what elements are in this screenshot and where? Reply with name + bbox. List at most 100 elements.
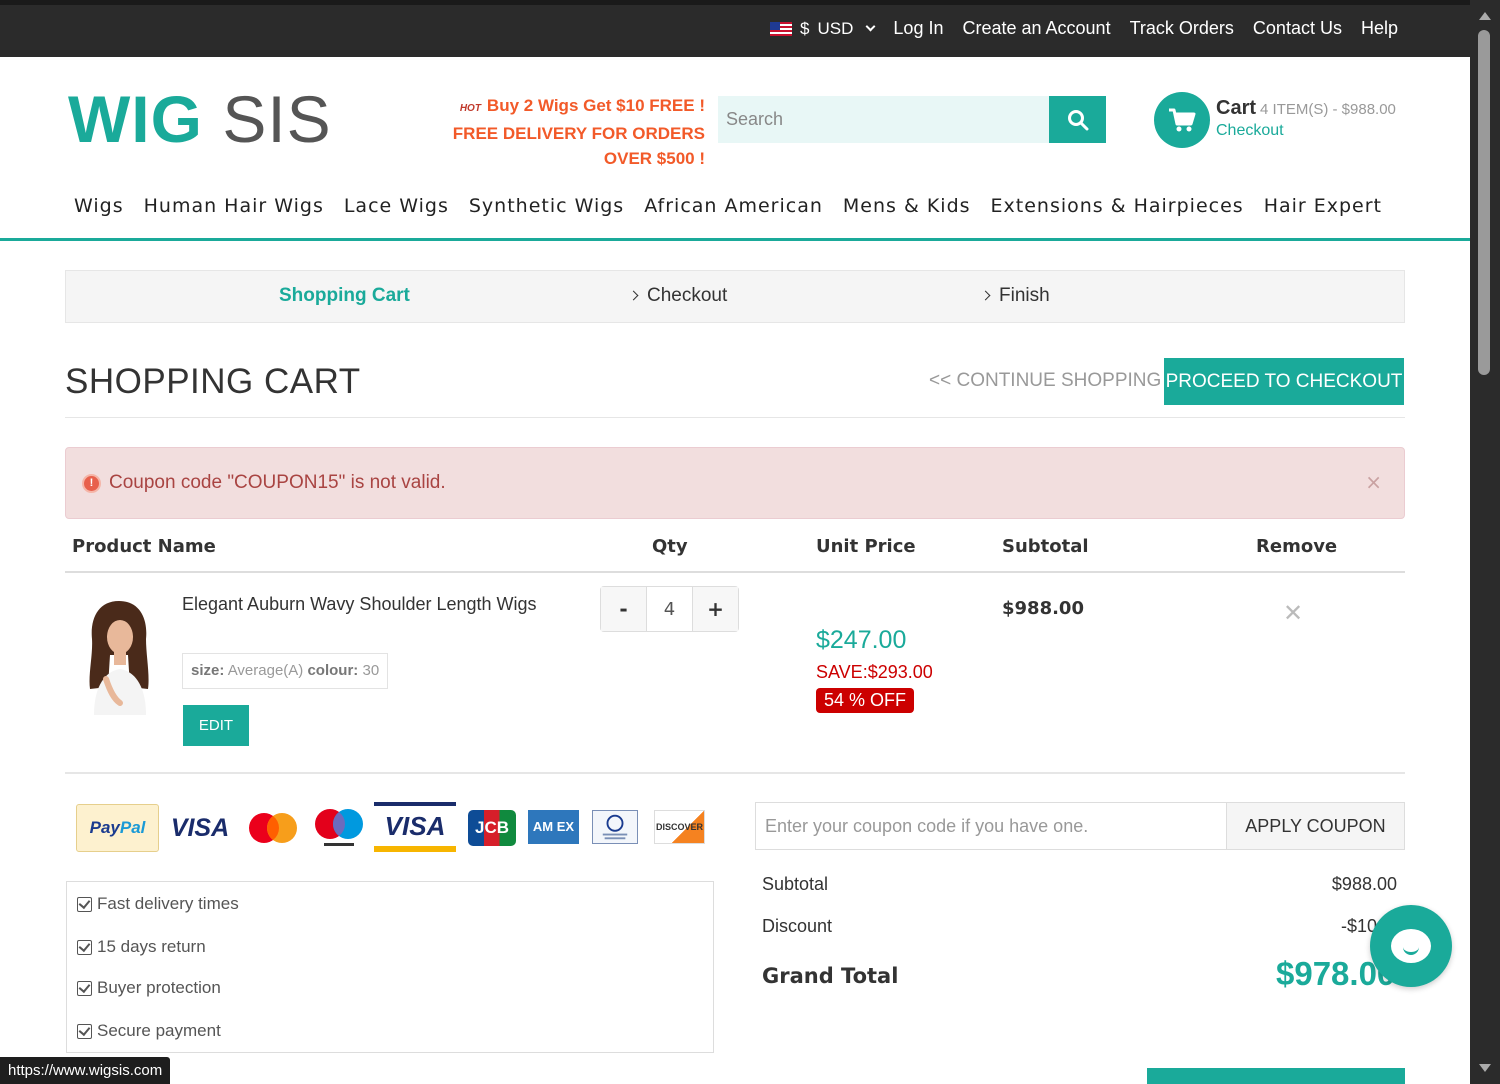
qty-increase-button[interactable]: + (693, 587, 738, 631)
promo-line-2: FREE DELIVERY FOR ORDERS (452, 124, 705, 143)
nav-item-synthetic-wigs[interactable]: Synthetic Wigs (459, 195, 634, 217)
product-attributes: size: Average(A) colour: 30 (182, 653, 389, 689)
qty-decrease-button[interactable]: - (601, 587, 646, 631)
remove-icon[interactable]: ✕ (1283, 599, 1303, 627)
continue-shopping-link[interactable]: << CONTINUE SHOPPING (929, 370, 1161, 392)
chat-bubble-icon (1391, 929, 1431, 963)
search-input[interactable] (718, 96, 1049, 143)
jcb-logo: JCB (468, 810, 516, 846)
nav-item-lace-wigs[interactable]: Lace Wigs (334, 195, 459, 217)
col-header-remove: Remove (1256, 536, 1338, 557)
nav-item-mens-kids[interactable]: Mens & Kids (833, 195, 981, 217)
guarantee-item: 15 days return (77, 937, 206, 957)
product-name-link[interactable]: Elegant Auburn Wavy Shoulder Length Wigs (182, 594, 542, 615)
col-header-product-name: Product Name (72, 536, 216, 557)
row-divider (65, 772, 1405, 774)
size-value: Average(A) (227, 662, 304, 679)
currency-code: USD (817, 18, 854, 38)
nav-item-african-american[interactable]: African American (634, 195, 833, 217)
maestro-logo (315, 809, 363, 846)
step-checkout-label: Checkout (647, 285, 728, 306)
nav-item-hair-expert[interactable]: Hair Expert (1254, 195, 1392, 217)
paypal-logo: Pay Pal (76, 804, 159, 852)
cart-summary[interactable]: Cart 4 ITEM(S) - $988.00 Checkout (1216, 97, 1396, 140)
col-header-subtotal: Subtotal (1002, 536, 1089, 557)
edit-button[interactable]: EDIT (183, 705, 249, 746)
close-icon[interactable]: × (1365, 470, 1382, 494)
table-header-divider (65, 571, 1405, 573)
chat-widget-button[interactable] (1370, 905, 1452, 987)
currency-symbol: $ (800, 18, 810, 38)
guarantee-item: Buyer protection (77, 978, 221, 998)
coupon-input[interactable] (756, 803, 1226, 849)
step-finish: Finish (980, 285, 1050, 307)
quantity-stepper: - 4 + (600, 586, 739, 632)
subtotal-value: $988.00 (1331, 874, 1397, 894)
chevron-right-icon (628, 290, 639, 301)
proceed-to-checkout-button-bottom[interactable] (1147, 1068, 1405, 1084)
subtotal-label: Subtotal (762, 874, 829, 894)
coupon-error-alert: ! Coupon code "COUPON15" is not valid. × (65, 447, 1405, 519)
checkbox-icon (77, 939, 92, 955)
paypal-text-a: Pay (89, 818, 120, 837)
promo-line-1: Buy 2 Wigs Get $10 FREE ! (486, 96, 705, 115)
error-icon: ! (82, 473, 101, 493)
contact-us-link[interactable]: Contact Us (1253, 18, 1342, 39)
col-header-qty: Qty (652, 536, 688, 557)
apply-coupon-button[interactable]: APPLY COUPON (1226, 803, 1404, 849)
main-nav: Wigs Human Hair Wigs Lace Wigs Synthetic… (64, 195, 1392, 217)
scroll-down-arrow-icon[interactable] (1479, 1064, 1491, 1072)
scroll-up-arrow-icon[interactable] (1479, 12, 1491, 20)
track-orders-link[interactable]: Track Orders (1130, 18, 1234, 39)
chevron-right-icon (980, 290, 991, 301)
us-flag-icon (770, 21, 793, 36)
chevron-down-icon (865, 21, 876, 32)
diners-club-logo (592, 810, 638, 844)
scrollbar-thumb[interactable] (1478, 30, 1490, 375)
discover-logo: DISCOVER (654, 810, 705, 844)
step-shopping-cart: Shopping Cart (279, 285, 410, 306)
amex-logo: AM EX (528, 810, 579, 844)
hot-badge-icon: HOT (459, 103, 481, 114)
site-logo[interactable]: WIG SIS (68, 84, 332, 154)
search-icon (1067, 109, 1088, 130)
visa-logo: VISA (170, 813, 230, 842)
unit-price: $247.00 (816, 626, 907, 654)
search-bar (718, 96, 1106, 143)
help-link[interactable]: Help (1361, 18, 1398, 39)
checkbox-icon (77, 896, 92, 912)
status-bar-url: https://www.wigsis.com (0, 1057, 171, 1084)
logo-sis: SIS (222, 82, 332, 156)
line-subtotal: $988.00 (1002, 598, 1084, 619)
visa-electron-logo: VISA (374, 802, 456, 852)
cart-item-count: 4 ITEM(S) - $988.00 (1260, 101, 1396, 118)
cart-label: Cart (1216, 97, 1257, 119)
discount-badge: 54 % OFF (816, 688, 915, 713)
coupon-form: APPLY COUPON (755, 802, 1405, 850)
divider (65, 417, 1405, 418)
step-finish-label: Finish (999, 285, 1050, 306)
currency-selector[interactable]: $ USD (770, 18, 876, 39)
guarantees-box: Fast delivery times 15 days return Buyer… (66, 881, 714, 1053)
save-amount: SAVE:$293.00 (816, 662, 933, 682)
nav-item-human-hair-wigs[interactable]: Human Hair Wigs (134, 195, 334, 217)
proceed-to-checkout-button[interactable]: PROCEED TO CHECKOUT (1164, 358, 1404, 405)
checkout-steps: Shopping Cart Checkout Finish (65, 270, 1405, 323)
scrollbar[interactable] (1470, 0, 1500, 1084)
search-button[interactable] (1049, 96, 1106, 143)
checkbox-icon (77, 980, 92, 996)
top-bar: $ USD Log In Create an Account Track Ord… (0, 0, 1470, 57)
header-checkout-link[interactable]: Checkout (1216, 122, 1396, 140)
create-account-link[interactable]: Create an Account (962, 18, 1110, 39)
nav-item-extensions[interactable]: Extensions & Hairpieces (981, 195, 1254, 217)
guarantee-label: Fast delivery times (97, 894, 239, 913)
size-label: size: (191, 662, 225, 679)
product-image[interactable] (80, 595, 158, 715)
login-link[interactable]: Log In (893, 18, 943, 39)
step-checkout: Checkout (628, 285, 728, 307)
qty-input[interactable]: 4 (646, 587, 693, 631)
colour-label: colour: (307, 662, 359, 679)
cart-button[interactable] (1154, 92, 1210, 148)
cart-icon (1169, 108, 1196, 132)
nav-item-wigs[interactable]: Wigs (64, 195, 134, 217)
